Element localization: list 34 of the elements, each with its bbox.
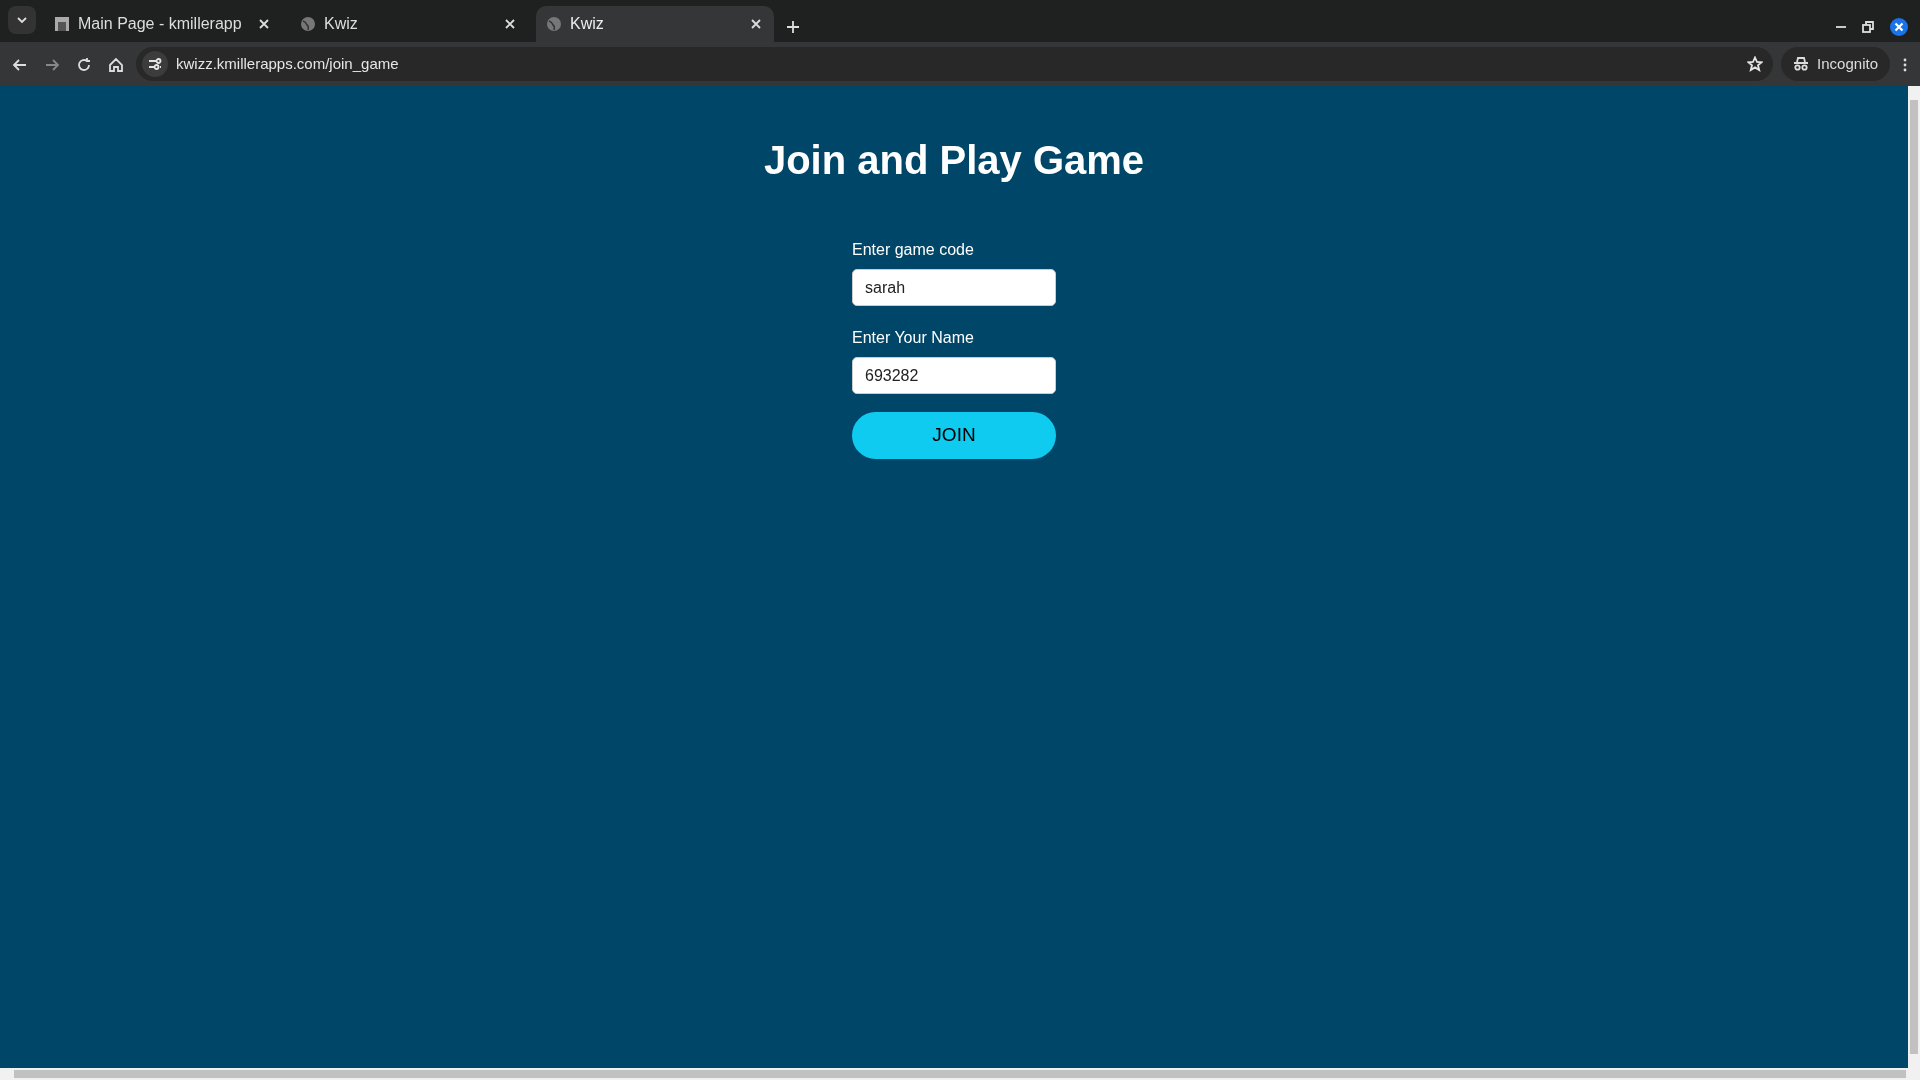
bookmark-button[interactable]: [1747, 56, 1764, 72]
horizontal-scrollbar[interactable]: [0, 1068, 1920, 1080]
vertical-scrollbar[interactable]: [1908, 86, 1920, 1068]
close-icon: [1890, 17, 1908, 36]
menu-icon: [1902, 56, 1908, 73]
chevron-down-icon: [16, 14, 28, 26]
page-favicon-icon: [54, 16, 70, 32]
minimize-icon: [1836, 25, 1846, 28]
input-field[interactable]: sarah: [852, 269, 1056, 306]
input-field[interactable]: 693282: [852, 357, 1056, 394]
field-label: Enter game code: [852, 240, 975, 260]
browser-tab[interactable]: Kwiz: [290, 6, 528, 42]
url-text: kwizz.kmillerapps.com/join_game: [176, 53, 400, 74]
incognito-button[interactable]: Incognito: [1781, 47, 1890, 81]
close-icon[interactable]: [748, 18, 764, 30]
plus-icon: [786, 19, 800, 34]
close-icon[interactable]: [256, 18, 272, 30]
back-icon: [12, 56, 28, 73]
address-bar[interactable]: kwizz.kmillerapps.com/join_game: [136, 47, 1774, 81]
forward-icon: [44, 56, 60, 73]
field-label: Enter Your Name: [852, 328, 975, 348]
globe-icon: [546, 16, 562, 32]
incognito-icon: [1793, 56, 1810, 72]
join-button[interactable]: JOIN: [852, 412, 1056, 459]
tab-list-button[interactable]: [8, 6, 36, 34]
browser-tab[interactable]: Kwiz: [536, 6, 774, 42]
page-heading: Join and Play Game: [763, 137, 1145, 184]
browser-tab[interactable]: Main Page - kmillerapp: [44, 6, 282, 42]
reload-icon: [76, 56, 92, 73]
site-settings-icon: [148, 57, 162, 71]
globe-icon: [300, 16, 316, 32]
close-icon[interactable]: [502, 18, 518, 30]
restore-icon: [1862, 20, 1874, 33]
home-icon: [108, 56, 124, 73]
